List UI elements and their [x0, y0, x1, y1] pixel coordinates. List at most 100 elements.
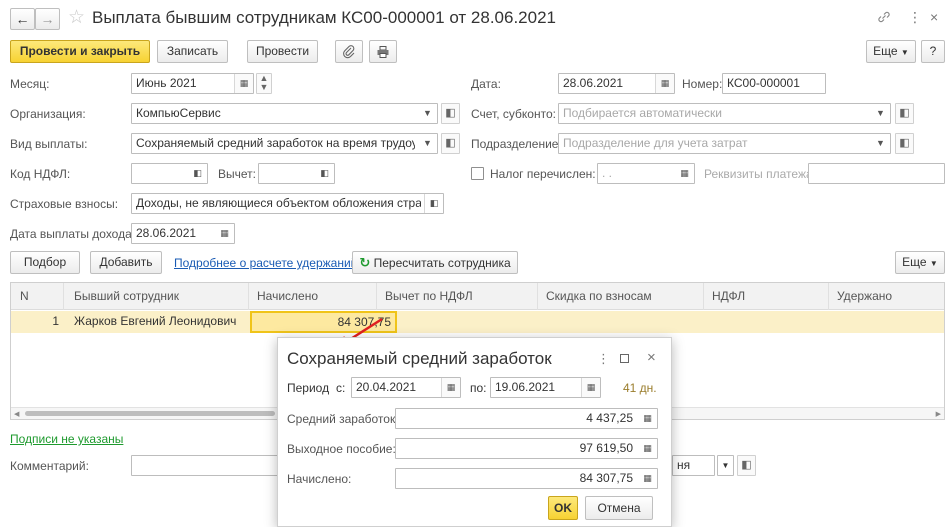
period-from-label: с: [336, 381, 346, 395]
period-to-field[interactable]: 19.06.2021 ▦ [490, 377, 601, 398]
accrued-value: 84 307,75 [579, 471, 633, 485]
account-field[interactable]: Подбирается автоматически ▼ [558, 103, 891, 124]
close-icon[interactable]: × [647, 349, 656, 366]
open-icon[interactable]: ◧ [188, 164, 207, 183]
post-and-close-button[interactable]: Провести и закрыть [10, 40, 150, 63]
tax-paid-checkbox[interactable] [471, 167, 484, 180]
deduction-field[interactable]: ◧ [258, 163, 335, 184]
col-header-accrued[interactable]: Начислено [257, 289, 318, 303]
open-icon: ◧ [899, 107, 910, 119]
ok-button[interactable]: OK [548, 496, 578, 520]
date-field[interactable]: 28.06.2021 ▦ [558, 73, 675, 94]
insurance-label: Страховые взносы: [10, 197, 119, 211]
account-open-button[interactable]: ◧ [895, 103, 914, 124]
col-header-withheld[interactable]: Удержано [837, 289, 892, 303]
more-button[interactable]: Еще ▼ [866, 40, 916, 63]
col-header-ndfl-deduction[interactable]: Вычет по НДФЛ [385, 289, 473, 303]
tax-paid-date-field[interactable]: . . ▦ [597, 163, 695, 184]
date-value: 28.06.2021 [563, 76, 624, 90]
forward-button[interactable]: → [35, 8, 60, 30]
payment-type-label: Вид выплаты: [10, 137, 88, 151]
recalc-button[interactable]: ↻ Пересчитать сотрудника [352, 251, 518, 274]
scroll-right-icon[interactable]: ▶ [936, 410, 941, 418]
account-label: Счет, субконто: [471, 107, 556, 121]
calendar-icon[interactable]: ▦ [234, 74, 253, 93]
table-more-button[interactable]: Еще ▼ [895, 251, 945, 274]
add-button[interactable]: Добавить [90, 251, 162, 274]
calendar-icon[interactable]: ▦ [581, 378, 600, 397]
details-link[interactable]: Подробнее о расчете удержаний [174, 256, 357, 270]
org-open-button[interactable]: ◧ [441, 103, 460, 124]
month-label: Месяц: [10, 77, 50, 91]
org-value: КомпьюСервис [136, 106, 221, 120]
attach-button[interactable] [335, 40, 363, 63]
more-vertical-icon[interactable]: ⋮ [908, 9, 922, 26]
post-button[interactable]: Провести [247, 40, 318, 63]
scroll-left-icon[interactable]: ◀ [14, 410, 19, 418]
col-header-ndfl[interactable]: НДФЛ [712, 289, 745, 303]
calculator-icon[interactable]: ▦ [638, 439, 657, 458]
department-field[interactable]: Подразделение для учета затрат ▼ [558, 133, 891, 154]
responsible-open-button[interactable]: ◧ [737, 455, 756, 476]
avg-earnings-label: Средний заработок: [287, 412, 399, 426]
dropdown-icon: ▼ [929, 259, 938, 268]
org-field[interactable]: КомпьюСервис ▼ [131, 103, 438, 124]
table-more-label: Еще [902, 255, 927, 269]
dropdown-icon[interactable]: ▼ [871, 134, 890, 153]
payment-details-field[interactable] [808, 163, 945, 184]
help-button[interactable]: ? [921, 40, 945, 63]
comment-field[interactable] [131, 455, 278, 476]
link-icon[interactable] [877, 10, 891, 24]
scrollbar-thumb[interactable] [25, 411, 275, 416]
open-icon[interactable]: ◧ [315, 164, 334, 183]
avg-earnings-field[interactable]: 4 437,25 ▦ [395, 408, 658, 429]
select-button[interactable]: Подбор [10, 251, 80, 274]
dropdown-icon[interactable]: ▼ [418, 104, 437, 123]
period-from-value: 20.04.2021 [356, 380, 417, 394]
col-divider [828, 283, 829, 310]
dropdown-icon[interactable]: ▼ [871, 104, 890, 123]
calculator-icon[interactable]: ▦ [638, 409, 657, 428]
insurance-field[interactable]: Доходы, не являющиеся объектом обложения… [131, 193, 444, 214]
severance-field[interactable]: 97 619,50 ▦ [395, 438, 658, 459]
calendar-icon[interactable]: ▦ [655, 74, 674, 93]
print-button[interactable] [369, 40, 397, 63]
number-field[interactable]: КС00-000001 [722, 73, 826, 94]
back-button[interactable]: ← [10, 8, 35, 30]
ndfl-code-field[interactable]: ◧ [131, 163, 208, 184]
calculator-icon[interactable]: ▦ [638, 469, 657, 488]
income-date-field[interactable]: 28.06.2021 ▦ [131, 223, 235, 244]
dropdown-icon[interactable]: ▼ [717, 455, 734, 476]
col-header-employee[interactable]: Бывший сотрудник [74, 289, 179, 303]
signatures-link[interactable]: Подписи не указаны [10, 432, 123, 446]
open-icon: ◧ [741, 459, 752, 471]
payment-type-open-button[interactable]: ◧ [441, 133, 460, 154]
calendar-icon[interactable]: ▦ [441, 378, 460, 397]
col-header-insurance-discount[interactable]: Скидка по взносам [546, 289, 652, 303]
open-icon[interactable]: ◧ [424, 194, 443, 213]
date-label: Дата: [471, 77, 501, 91]
responsible-field[interactable]: ня [672, 455, 715, 476]
month-field[interactable]: Июнь 2021 ▦ [131, 73, 254, 94]
dropdown-icon: ▼ [900, 48, 909, 57]
accrued-field[interactable]: 84 307,75 ▦ [395, 468, 658, 489]
forward-arrow-icon: → [40, 11, 55, 27]
payment-type-field[interactable]: Сохраняемый средний заработок на время т… [131, 133, 438, 154]
save-button[interactable]: Записать [157, 40, 228, 63]
calendar-icon[interactable]: ▦ [675, 164, 694, 183]
star-icon[interactable]: ☆ [68, 8, 85, 28]
number-value: КС00-000001 [727, 76, 800, 90]
average-earnings-dialog: Сохраняемый средний заработок ⋮ × Период… [277, 337, 672, 527]
cancel-button[interactable]: Отмена [585, 496, 653, 520]
calendar-icon[interactable]: ▦ [215, 224, 234, 243]
period-from-field[interactable]: 20.04.2021 ▦ [351, 377, 461, 398]
col-header-n[interactable]: N [20, 289, 29, 303]
department-open-button[interactable]: ◧ [895, 133, 914, 154]
more-vertical-icon[interactable]: ⋮ [597, 351, 610, 367]
row-number: 1 [52, 314, 59, 328]
month-spin[interactable]: ▲ ▼ [256, 73, 272, 94]
maximize-icon[interactable] [620, 354, 629, 363]
close-icon[interactable]: × [930, 9, 938, 25]
dropdown-icon[interactable]: ▼ [418, 134, 437, 153]
table-row[interactable]: 1 Жарков Евгений Леонидович 84 307,75 [11, 311, 944, 333]
